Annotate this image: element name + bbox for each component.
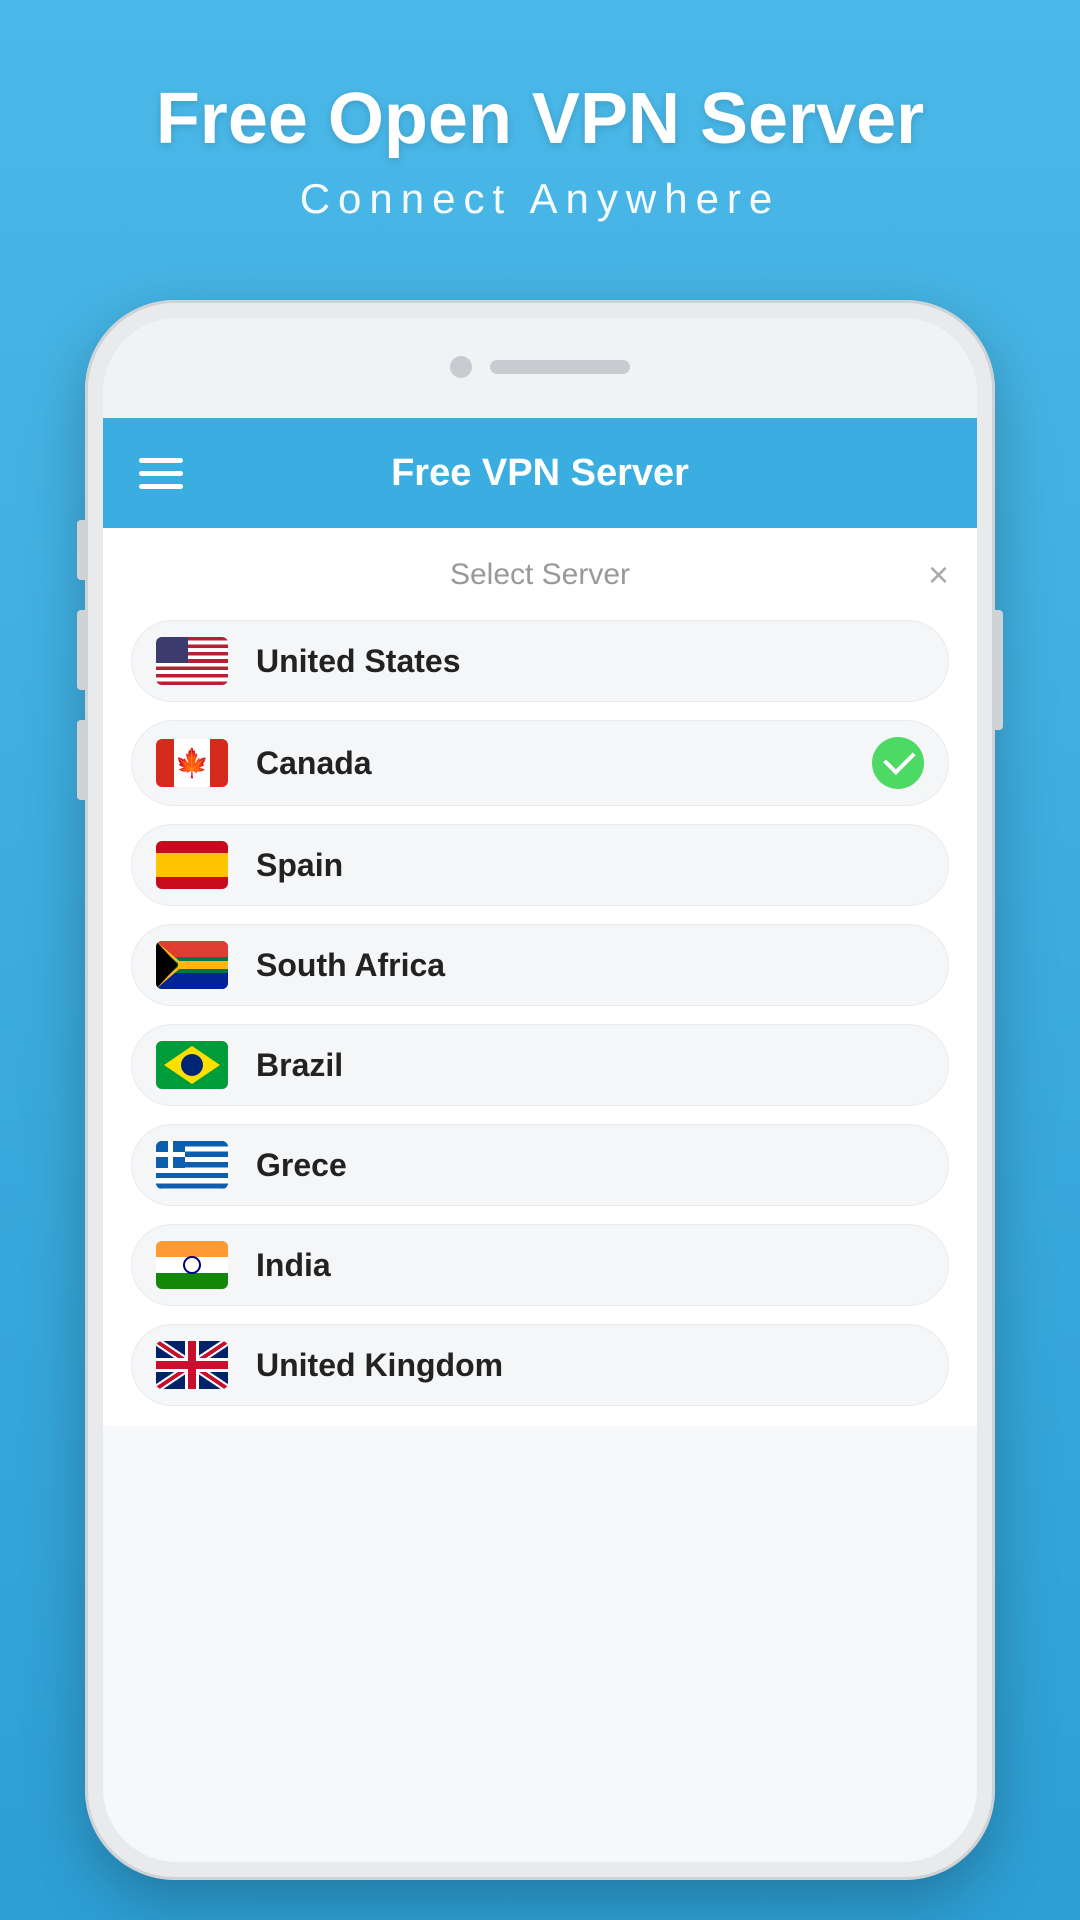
server-name-gb: United Kingdom [256,1347,924,1384]
dialog-close-button[interactable]: × [928,557,949,593]
flag-us [156,637,228,685]
volume-down-button[interactable] [77,720,85,800]
server-name-za: South Africa [256,947,924,984]
flag-za [156,941,228,989]
maple-leaf-icon: 🍁 [175,747,210,780]
server-name-es: Spain [256,847,924,884]
server-item-gb[interactable]: United Kingdom [131,1324,949,1406]
phone-screen: Free VPN Server Select Server × United S… [103,318,977,1862]
server-item-gr[interactable]: Grece [131,1124,949,1206]
power-button[interactable] [995,610,1003,730]
selected-checkmark [872,737,924,789]
server-item-in[interactable]: India [131,1224,949,1306]
phone-frame: Free VPN Server Select Server × United S… [85,300,995,1880]
greece-cross-v [168,1141,172,1168]
server-name-us: United States [256,643,924,680]
header-section: Free Open VPN Server Connect Anywhere [0,80,1080,223]
flag-br [156,1041,228,1089]
server-item-br[interactable]: Brazil [131,1024,949,1106]
flag-gr [156,1141,228,1189]
app-bar-title: Free VPN Server [391,452,689,495]
brazil-circle [181,1054,203,1076]
server-name-gr: Grece [256,1147,924,1184]
hamburger-line-2 [139,471,183,476]
phone-earpiece-area [450,356,630,378]
hamburger-line-1 [139,458,183,463]
server-name-in: India [256,1247,924,1284]
server-name-ca: Canada [256,745,872,782]
dialog-title-row: Select Server × [131,558,949,592]
server-list: United States 🍁 Canada Spain [131,620,949,1406]
select-server-dialog: Select Server × United States 🍁 [103,528,977,1426]
server-item-za[interactable]: South Africa [131,924,949,1006]
hamburger-line-3 [139,484,183,489]
flag-gb [156,1341,228,1389]
server-item-es[interactable]: Spain [131,824,949,906]
ashoka-wheel [183,1256,201,1274]
flag-ca: 🍁 [156,739,228,787]
volume-mute-button[interactable] [77,520,85,580]
app-header-bar: Free VPN Server [103,418,977,528]
flag-es [156,841,228,889]
front-camera [450,356,472,378]
server-item-ca[interactable]: 🍁 Canada [131,720,949,806]
earpiece-speaker [490,360,630,374]
flag-in [156,1241,228,1289]
dialog-title: Select Server [450,558,630,592]
app-title: Free Open VPN Server [0,80,1080,159]
hamburger-menu-button[interactable] [139,458,183,489]
volume-up-button[interactable] [77,610,85,690]
server-item-us[interactable]: United States [131,620,949,702]
uk-cross-v-red [188,1341,196,1389]
server-name-br: Brazil [256,1047,924,1084]
app-screen: Free VPN Server Select Server × United S… [103,418,977,1862]
app-subtitle: Connect Anywhere [0,175,1080,223]
